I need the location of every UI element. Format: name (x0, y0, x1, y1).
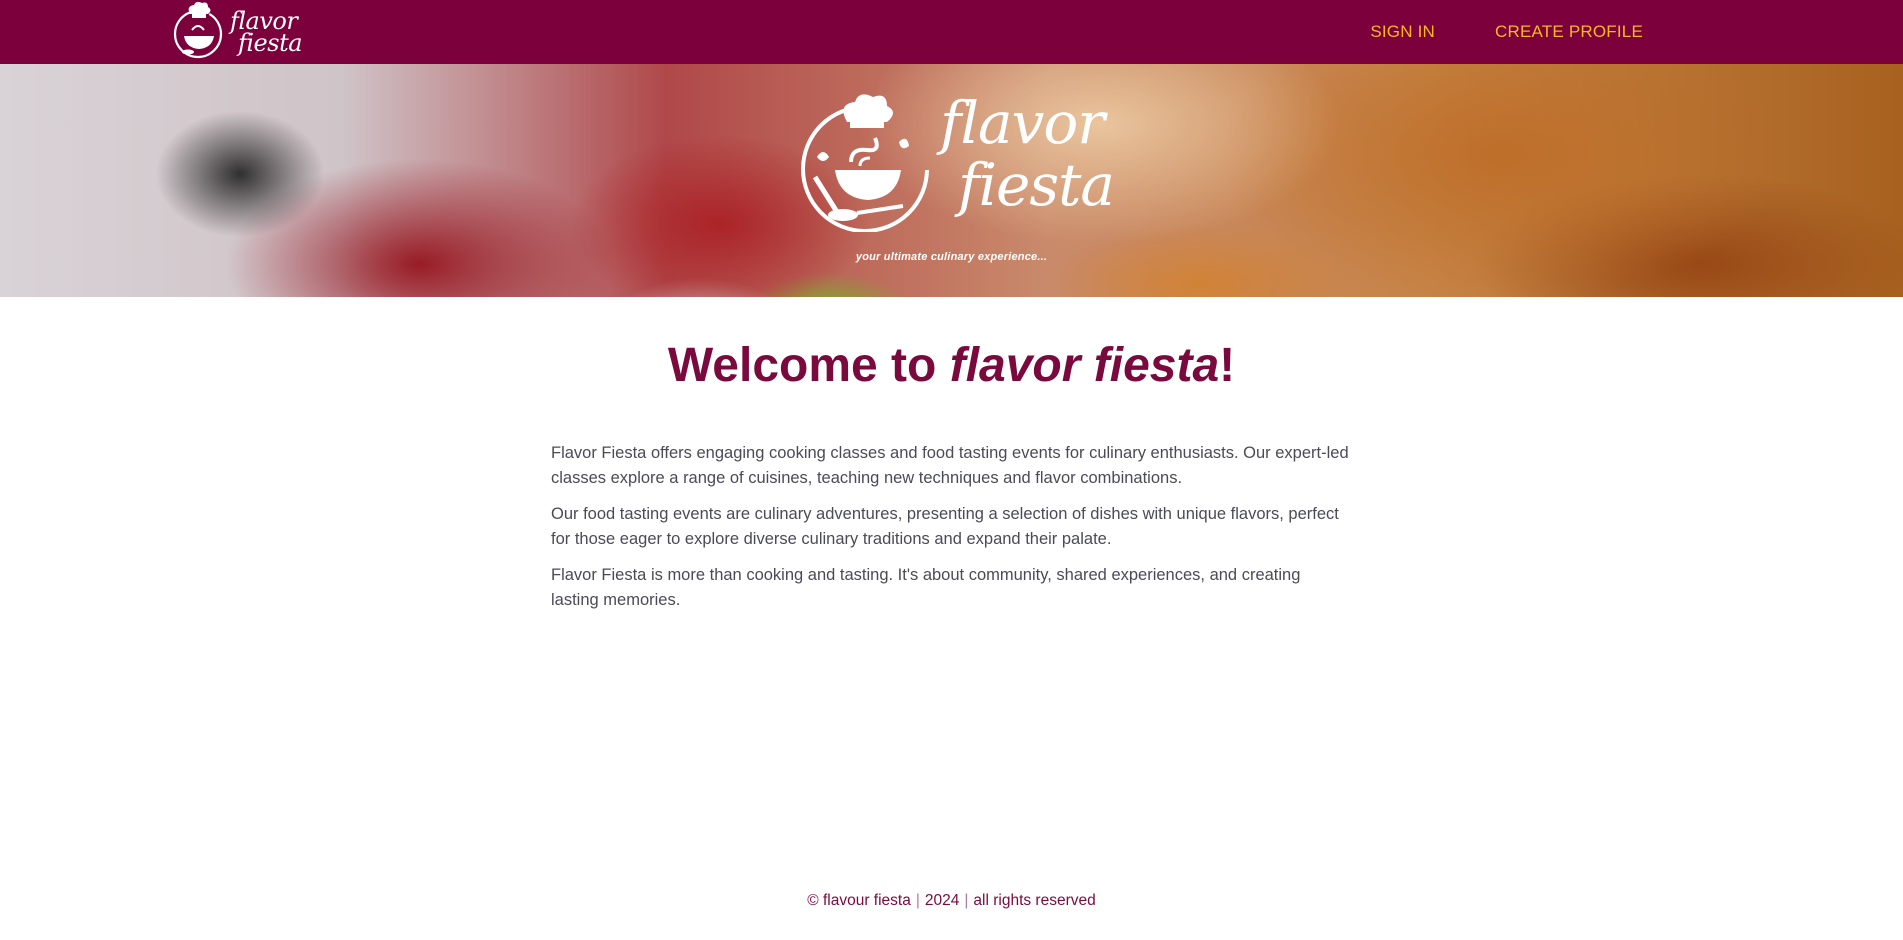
hero-tagline: your ultimate culinary experience... (855, 251, 1048, 263)
footer-separator: | (964, 892, 969, 909)
footer: © flavour fiesta | 2024 | all rights reserve… (0, 892, 1903, 910)
hero-logo-line1: flavor (940, 89, 1105, 157)
header-logo[interactable]: flavor fiesta (170, 0, 310, 64)
intro-paragraph: Flavor Fiesta is more than cooking and t… (551, 566, 1301, 609)
intro-paragraph: Flavor Fiesta offers engaging cooking cl… (551, 444, 1349, 487)
footer-separator: | (915, 892, 920, 909)
hero-banner: flavor fiesta your ultimate culinary exp… (0, 64, 1903, 297)
main-nav: SIGN IN CREATE PROFILE (1370, 0, 1643, 64)
page-title: Welcome to flavor fiesta! (0, 338, 1903, 393)
footer-year: 2024 (924, 892, 960, 909)
page-title-suffix: ! (1219, 339, 1236, 392)
footer-rights: all rights reserved (973, 892, 1096, 909)
page-title-prefix: Welcome to (667, 339, 950, 392)
page-title-brand: flavor fiesta (949, 339, 1220, 392)
header-logo-line2: fiesta (238, 29, 303, 57)
hero-logo-line2: fiesta (958, 151, 1115, 219)
intro-paragraph: Our food tasting events are culinary adv… (551, 505, 1339, 548)
footer-copyright: © flavour fiesta (807, 892, 911, 909)
hero-logo: flavor fiesta (795, 82, 1115, 242)
top-navbar: flavor fiesta SIGN IN CREATE PROFILE (0, 0, 1903, 64)
create-profile-link[interactable]: CREATE PROFILE (1495, 22, 1643, 42)
header-wordmark: flavor fiesta (230, 9, 303, 57)
intro-content: Flavor Fiesta offers engaging cooking cl… (551, 441, 1351, 624)
hero-wordmark: flavor fiesta (940, 89, 1115, 219)
chef-bowl-icon (170, 0, 226, 64)
signin-link[interactable]: SIGN IN (1370, 22, 1435, 42)
